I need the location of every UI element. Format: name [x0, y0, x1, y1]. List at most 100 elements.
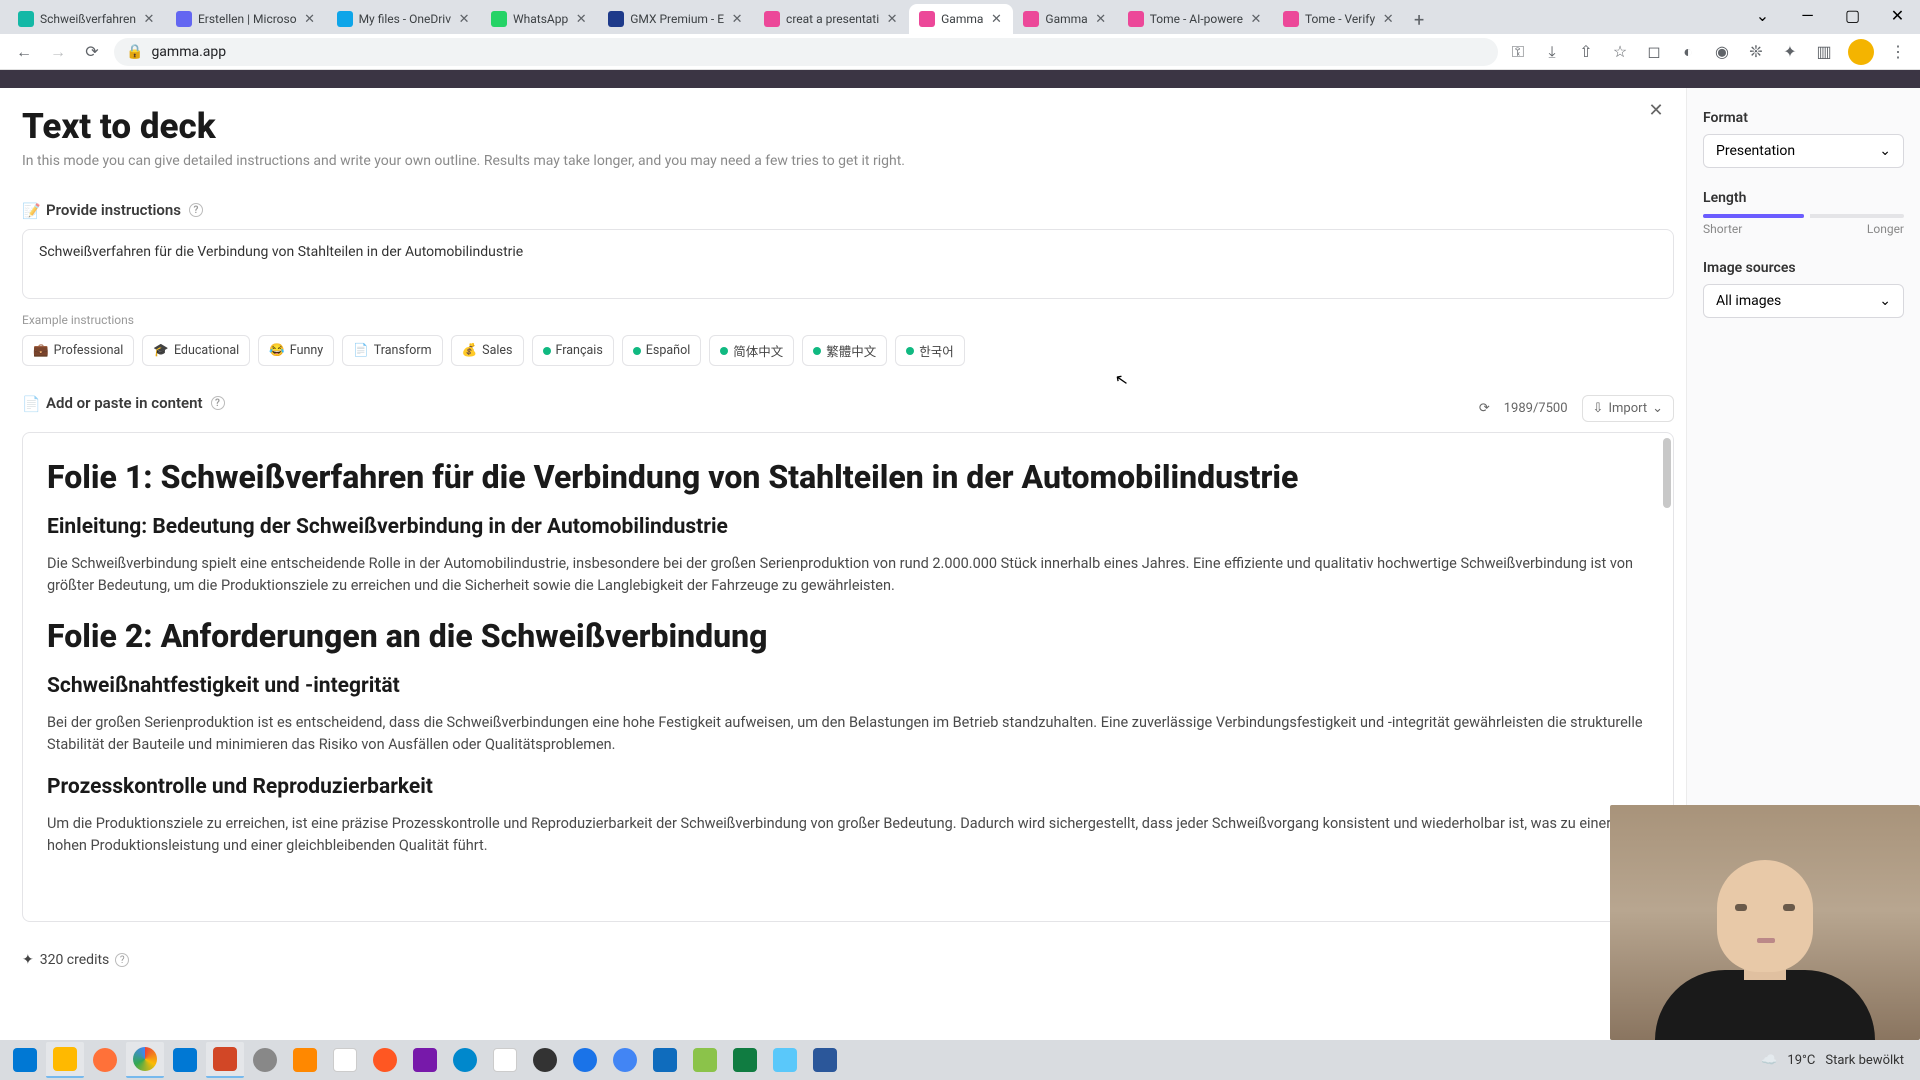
- length-longer-label: Longer: [1867, 222, 1904, 236]
- forward-button[interactable]: →: [46, 40, 70, 64]
- app-icon-6[interactable]: [606, 1042, 644, 1078]
- explorer-icon[interactable]: [46, 1042, 84, 1078]
- favicon-icon: [1128, 11, 1144, 27]
- close-window-button[interactable]: ✕: [1875, 0, 1920, 30]
- close-tab-icon[interactable]: ✕: [885, 12, 899, 26]
- favicon-icon: [18, 11, 34, 27]
- browser-tab[interactable]: creat a presentati✕: [754, 4, 909, 34]
- word-icon[interactable]: [806, 1042, 844, 1078]
- example-chip[interactable]: 繁體中文: [802, 335, 887, 366]
- slide-2-subtitle-2: Prozesskontrolle und Reproduzierbarkeit: [47, 775, 1649, 799]
- app-icon-4[interactable]: [486, 1042, 524, 1078]
- browser-tab[interactable]: Gamma✕: [1013, 4, 1117, 34]
- favicon-icon: [919, 11, 935, 27]
- chip-emoji-icon: 😂: [269, 343, 285, 358]
- slide-1-title: Folie 1: Schweißverfahren für die Verbin…: [47, 457, 1649, 497]
- instructions-input[interactable]: Schweißverfahren für die Verbindung von …: [22, 229, 1674, 299]
- ext-icon-1[interactable]: ◻: [1644, 42, 1664, 62]
- app-icon-3[interactable]: [366, 1042, 404, 1078]
- chrome-icon[interactable]: [126, 1042, 164, 1078]
- close-tab-icon[interactable]: ✕: [1249, 12, 1263, 26]
- sidepanel-icon[interactable]: ▥: [1814, 42, 1834, 62]
- chip-label: Sales: [482, 343, 512, 358]
- new-tab-button[interactable]: +: [1405, 6, 1433, 34]
- back-button[interactable]: ←: [12, 40, 36, 64]
- app-icon-2[interactable]: [326, 1042, 364, 1078]
- vlc-icon[interactable]: [286, 1042, 324, 1078]
- info-icon[interactable]: ?: [115, 953, 129, 967]
- length-slider[interactable]: [1703, 214, 1904, 218]
- browser-tab[interactable]: Tome - Verify✕: [1273, 4, 1405, 34]
- scrollbar-thumb[interactable]: [1663, 438, 1671, 508]
- info-icon[interactable]: ?: [211, 396, 225, 410]
- app-icon-5[interactable]: [566, 1042, 604, 1078]
- browser-tab[interactable]: GMX Premium - E ✕: [598, 4, 754, 34]
- close-tab-icon[interactable]: ✕: [457, 12, 471, 26]
- example-chip[interactable]: 简体中文: [709, 335, 794, 366]
- tab-title: GMX Premium - E: [630, 12, 724, 26]
- favicon-icon: [608, 11, 624, 27]
- example-chip[interactable]: 💰Sales: [451, 335, 524, 366]
- onenote-icon[interactable]: [406, 1042, 444, 1078]
- reload-button[interactable]: ⟳: [80, 40, 104, 64]
- browser-tab[interactable]: WhatsApp✕: [481, 4, 598, 34]
- browser-tab[interactable]: Erstellen | Microso ✕: [166, 4, 327, 34]
- weather-icon[interactable]: ☁️: [1761, 1053, 1777, 1068]
- close-tab-icon[interactable]: ✕: [142, 12, 156, 26]
- excel-icon[interactable]: [726, 1042, 764, 1078]
- tab-title: Erstellen | Microso: [198, 12, 297, 26]
- import-button[interactable]: ⇩ Import ⌄: [1582, 395, 1674, 422]
- example-chip[interactable]: 😂Funny: [258, 335, 334, 366]
- close-tab-icon[interactable]: ✕: [574, 12, 588, 26]
- browser-tab[interactable]: Gamma✕: [909, 4, 1013, 34]
- key-icon[interactable]: ⚿: [1508, 42, 1528, 62]
- extensions-icon[interactable]: ✦: [1780, 42, 1800, 62]
- chevron-down-icon[interactable]: ⌄: [1740, 0, 1785, 30]
- powerpoint-icon[interactable]: [206, 1042, 244, 1078]
- chip-label: 简体中文: [733, 341, 783, 360]
- close-tab-icon[interactable]: ✕: [730, 12, 744, 26]
- menu-icon[interactable]: ⋮: [1888, 42, 1908, 62]
- ext-icon-2[interactable]: ◐: [1678, 42, 1698, 62]
- content-editor[interactable]: Folie 1: Schweißverfahren für die Verbin…: [22, 432, 1674, 922]
- bookmark-icon[interactable]: ☆: [1610, 42, 1630, 62]
- firefox-icon[interactable]: [86, 1042, 124, 1078]
- example-chip[interactable]: Español: [622, 335, 701, 366]
- browser-tab[interactable]: My files - OneDriv✕: [327, 4, 481, 34]
- example-chip[interactable]: 🎓Educational: [142, 335, 250, 366]
- favicon-icon: [176, 11, 192, 27]
- example-chip[interactable]: 📄Transform: [342, 335, 442, 366]
- app-icon-1[interactable]: [246, 1042, 284, 1078]
- ext-icon-4[interactable]: ❊: [1746, 42, 1766, 62]
- chip-label: Français: [556, 343, 603, 358]
- image-sources-select[interactable]: All images ⌄: [1703, 284, 1904, 318]
- example-chip[interactable]: 💼Professional: [22, 335, 134, 366]
- example-chip[interactable]: 한국어: [895, 335, 965, 366]
- profile-avatar[interactable]: [1848, 39, 1874, 65]
- ext-icon-3[interactable]: ◉: [1712, 42, 1732, 62]
- info-icon[interactable]: ?: [189, 203, 203, 217]
- close-modal-button[interactable]: ✕: [1642, 96, 1670, 124]
- outlook-icon[interactable]: [166, 1042, 204, 1078]
- close-tab-icon[interactable]: ✕: [1094, 12, 1108, 26]
- format-select[interactable]: Presentation ⌄: [1703, 134, 1904, 168]
- example-chip[interactable]: Français: [532, 335, 614, 366]
- notepad-icon[interactable]: [766, 1042, 804, 1078]
- url-input[interactable]: 🔒 gamma.app: [114, 38, 1498, 66]
- close-tab-icon[interactable]: ✕: [989, 12, 1003, 26]
- instructions-heading: 📝 Provide instructions ?: [22, 201, 1674, 219]
- browser-tab[interactable]: Tome - AI-powere✕: [1118, 4, 1273, 34]
- telegram-icon[interactable]: [446, 1042, 484, 1078]
- obs-icon[interactable]: [526, 1042, 564, 1078]
- close-tab-icon[interactable]: ✕: [1381, 12, 1395, 26]
- install-icon[interactable]: ⤓: [1542, 42, 1562, 62]
- browser-tab[interactable]: Schweißverfahren✕: [8, 4, 166, 34]
- maximize-button[interactable]: ▢: [1830, 0, 1875, 30]
- minimize-button[interactable]: —: [1785, 0, 1830, 30]
- share-icon[interactable]: ⇧: [1576, 42, 1596, 62]
- app-icon-8[interactable]: [686, 1042, 724, 1078]
- content-icon: 📄: [22, 395, 38, 411]
- close-tab-icon[interactable]: ✕: [303, 12, 317, 26]
- start-button[interactable]: [6, 1042, 44, 1078]
- app-icon-7[interactable]: [646, 1042, 684, 1078]
